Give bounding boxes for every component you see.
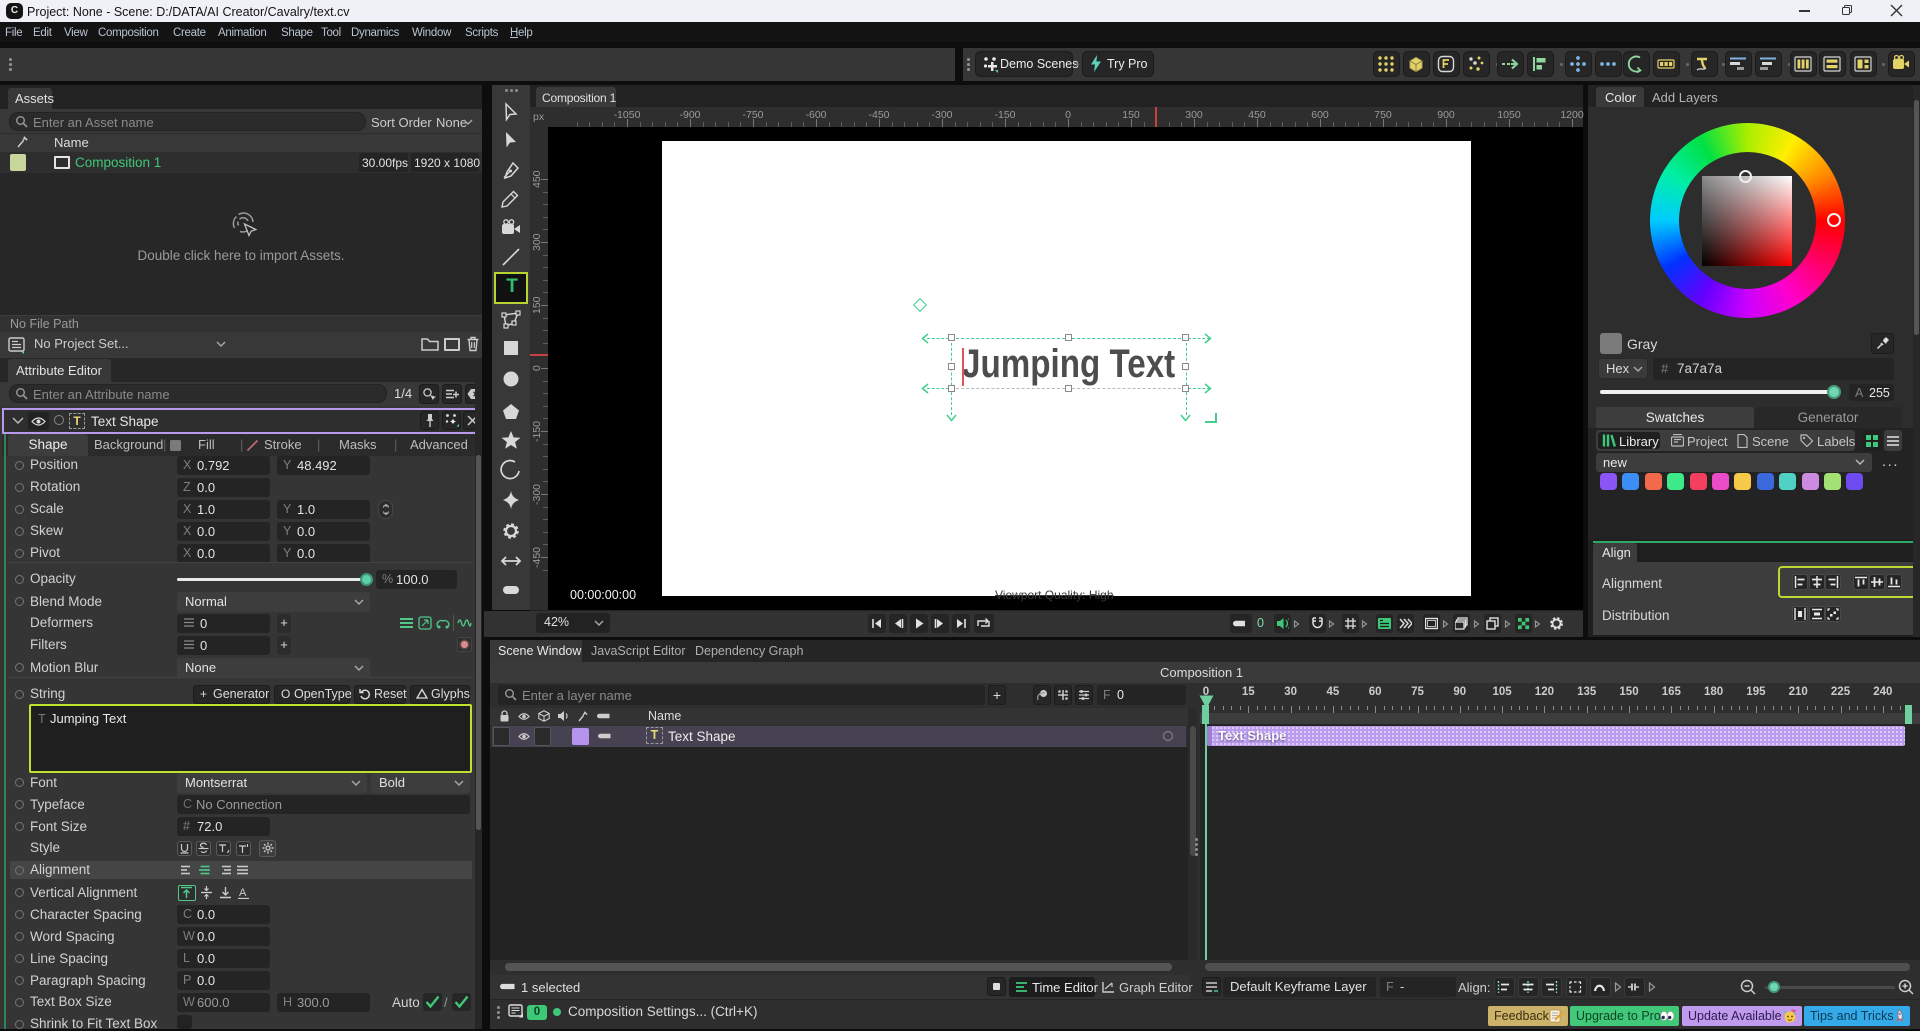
svg-text:A: A: [239, 887, 247, 899]
